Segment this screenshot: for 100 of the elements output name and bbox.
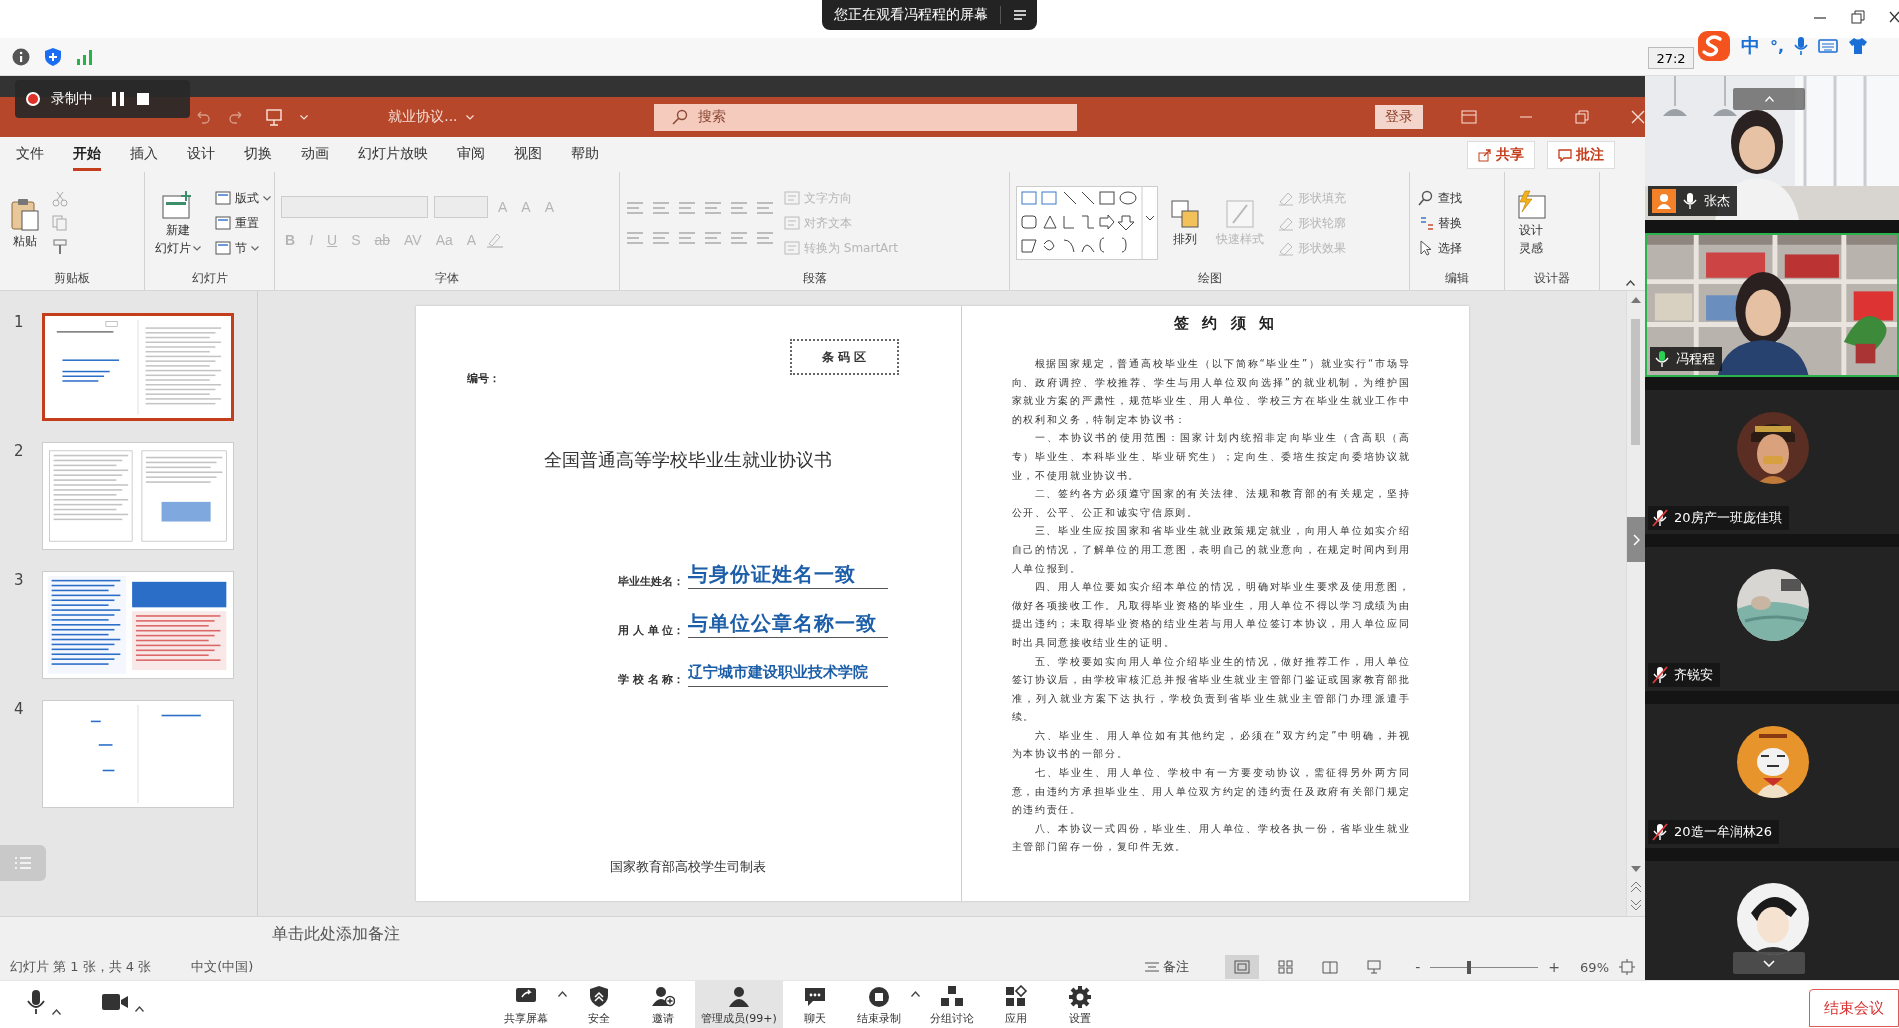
ribbon-button[interactable]: 节 bbox=[213, 238, 273, 258]
paragraph-format-icon[interactable] bbox=[652, 231, 670, 245]
presentation-icon[interactable] bbox=[264, 108, 283, 126]
panel-toggle-button[interactable] bbox=[1627, 517, 1645, 562]
scroll-down-button[interactable] bbox=[1733, 952, 1805, 974]
ribbon-tab[interactable]: 动画 bbox=[301, 138, 329, 171]
ribbon-tab[interactable]: 切换 bbox=[244, 138, 272, 171]
participant-tile[interactable]: 20造一牟润林26 bbox=[1645, 704, 1899, 848]
punctuation-toggle[interactable]: °, bbox=[1770, 36, 1785, 56]
paragraph-format-icon[interactable] bbox=[704, 201, 722, 215]
pointer-icon bbox=[1418, 240, 1434, 256]
participant-tile[interactable]: 齐锐安 bbox=[1645, 547, 1899, 691]
video-button[interactable] bbox=[101, 992, 144, 1012]
toolbar-button[interactable]: 结束录制 bbox=[846, 981, 911, 1028]
stop-icon[interactable] bbox=[135, 91, 151, 107]
zoom-percent[interactable]: 69% bbox=[1580, 959, 1609, 975]
notes-icon bbox=[1144, 961, 1161, 973]
keyboard-icon[interactable] bbox=[1818, 38, 1839, 54]
caret-up-icon[interactable] bbox=[558, 991, 567, 997]
toolbar-button[interactable]: 分组讨论 bbox=[919, 981, 984, 1028]
end-meeting-button[interactable]: 结束会议 bbox=[1809, 989, 1899, 1027]
ribbon-button[interactable]: 设计 灵感 bbox=[1511, 188, 1551, 258]
toolbar-button[interactable]: 聊天 bbox=[782, 981, 847, 1028]
previous-slide-icon[interactable] bbox=[1631, 882, 1641, 892]
ribbon-button[interactable]: 重置 bbox=[213, 213, 273, 233]
ribbon-tab[interactable]: 审阅 bbox=[457, 138, 485, 171]
caret-icon bbox=[300, 114, 309, 120]
ribbon-button[interactable]: 新建 幻灯片 bbox=[151, 188, 205, 258]
ribbon-display-icon[interactable] bbox=[1460, 110, 1477, 124]
participant-tile[interactable] bbox=[1645, 861, 1899, 980]
mic-icon[interactable] bbox=[1794, 36, 1809, 56]
paragraph-format-icon[interactable] bbox=[756, 231, 774, 245]
restore-icon[interactable] bbox=[1851, 10, 1865, 24]
font-size-field[interactable] bbox=[434, 196, 488, 218]
comments-button[interactable]: 批注 bbox=[1547, 140, 1615, 169]
paragraph-format-icon[interactable] bbox=[626, 201, 644, 215]
ime-logo-icon[interactable] bbox=[1697, 30, 1731, 62]
ribbon-tab[interactable]: 插入 bbox=[130, 138, 158, 171]
ribbon-button[interactable]: 粘贴 bbox=[6, 195, 44, 251]
paragraph-format-icon[interactable] bbox=[652, 201, 670, 215]
scrollbar-thumb[interactable] bbox=[1631, 319, 1640, 445]
ribbon-button[interactable]: 选择 bbox=[1416, 238, 1464, 258]
ribbon-button[interactable]: 替换 bbox=[1416, 213, 1464, 233]
view-button[interactable] bbox=[1225, 955, 1260, 979]
outline-button[interactable] bbox=[0, 845, 46, 881]
close-icon[interactable] bbox=[1889, 10, 1899, 24]
paragraph-format-icon[interactable] bbox=[704, 231, 722, 245]
shirt-icon[interactable] bbox=[1848, 37, 1869, 55]
scissors-icon[interactable] bbox=[52, 191, 68, 207]
signal-icon[interactable] bbox=[76, 48, 94, 65]
notice-paragraph: 五、学校要如实向用人单位介绍毕业生的情况，做好推荐工作，用人单位签订协议后，由学校审核汇总并报省毕业生就业主管部门鉴证或国家教育部批准，列入就业方案下达执行，学校负责到省毕业生就业主管部门办理派遣手续。 bbox=[1011, 654, 1411, 725]
menu-icon[interactable] bbox=[1013, 9, 1027, 21]
paragraph-format-icon[interactable] bbox=[730, 201, 748, 215]
scroll-up-button[interactable] bbox=[1733, 88, 1805, 110]
format-painter-icon[interactable] bbox=[52, 239, 68, 255]
microphone-button[interactable] bbox=[26, 989, 61, 1015]
participant-tile[interactable]: 20房产一班庞佳琪 bbox=[1645, 390, 1899, 534]
next-slide-icon[interactable] bbox=[1631, 900, 1641, 910]
pause-icon[interactable] bbox=[111, 91, 125, 107]
notes-button[interactable]: 备注 bbox=[1138, 957, 1196, 977]
toolbar-button[interactable]: 共享屏幕 bbox=[494, 981, 558, 1028]
ribbon-button[interactable]: 版式 bbox=[213, 188, 273, 208]
paragraph-format-icon[interactable] bbox=[678, 201, 696, 215]
scrollbar[interactable] bbox=[1626, 291, 1645, 916]
ribbon-tab[interactable]: 文件 bbox=[16, 138, 44, 171]
toolbar-button[interactable]: 管理成员(99+) bbox=[695, 981, 783, 1028]
shield-icon[interactable] bbox=[44, 46, 62, 67]
info-icon[interactable] bbox=[12, 47, 30, 66]
zoom-out-button[interactable]: - bbox=[1415, 959, 1421, 975]
participant-tile[interactable]: 张杰 bbox=[1645, 76, 1899, 220]
zoom-in-button[interactable]: + bbox=[1548, 959, 1561, 975]
participant-name: 冯程程 bbox=[1676, 350, 1715, 368]
slide-thumbnail[interactable] bbox=[42, 313, 234, 421]
paragraph-format-icon[interactable] bbox=[730, 231, 748, 245]
participant-tile[interactable]: 冯程程 bbox=[1645, 233, 1899, 377]
toolbar-button[interactable]: 邀请 bbox=[631, 981, 695, 1028]
font-name-field[interactable] bbox=[281, 196, 428, 218]
caret-up-icon[interactable] bbox=[910, 991, 920, 997]
sign-in-button[interactable]: 登录 bbox=[1374, 105, 1423, 129]
highlighter-icon[interactable] bbox=[486, 232, 505, 248]
ribbon-button[interactable]: 排列 bbox=[1166, 197, 1204, 249]
paragraph-format-icon[interactable] bbox=[678, 231, 696, 245]
share-button[interactable]: 共享 bbox=[1467, 140, 1535, 169]
ribbon-tab[interactable]: 设计 bbox=[187, 138, 215, 171]
restore-icon[interactable] bbox=[1574, 110, 1589, 124]
ribbon-button[interactable]: 查找 bbox=[1416, 188, 1464, 208]
document-title[interactable]: 就业协议... bbox=[388, 108, 458, 126]
copy-icon[interactable] bbox=[52, 215, 68, 231]
ribbon-tab[interactable]: 视图 bbox=[514, 138, 542, 171]
input-mode-toggle[interactable]: 中 bbox=[1741, 33, 1760, 59]
paragraph-format-icon[interactable] bbox=[626, 231, 644, 245]
ribbon-tab[interactable]: 帮助 bbox=[571, 138, 599, 171]
toolbar-button[interactable]: 安全 bbox=[567, 981, 631, 1028]
toolbar-button[interactable]: 应用 bbox=[983, 981, 1048, 1028]
ribbon-tab[interactable]: 幻灯片放映 bbox=[358, 138, 428, 171]
search-field[interactable]: 搜索 bbox=[653, 103, 1077, 131]
toolbar-button[interactable]: 设置 bbox=[1047, 981, 1112, 1028]
fit-slide-icon[interactable] bbox=[1619, 959, 1635, 975]
paragraph-format-icon[interactable] bbox=[756, 201, 774, 215]
participant-name: 齐锐安 bbox=[1674, 666, 1713, 684]
